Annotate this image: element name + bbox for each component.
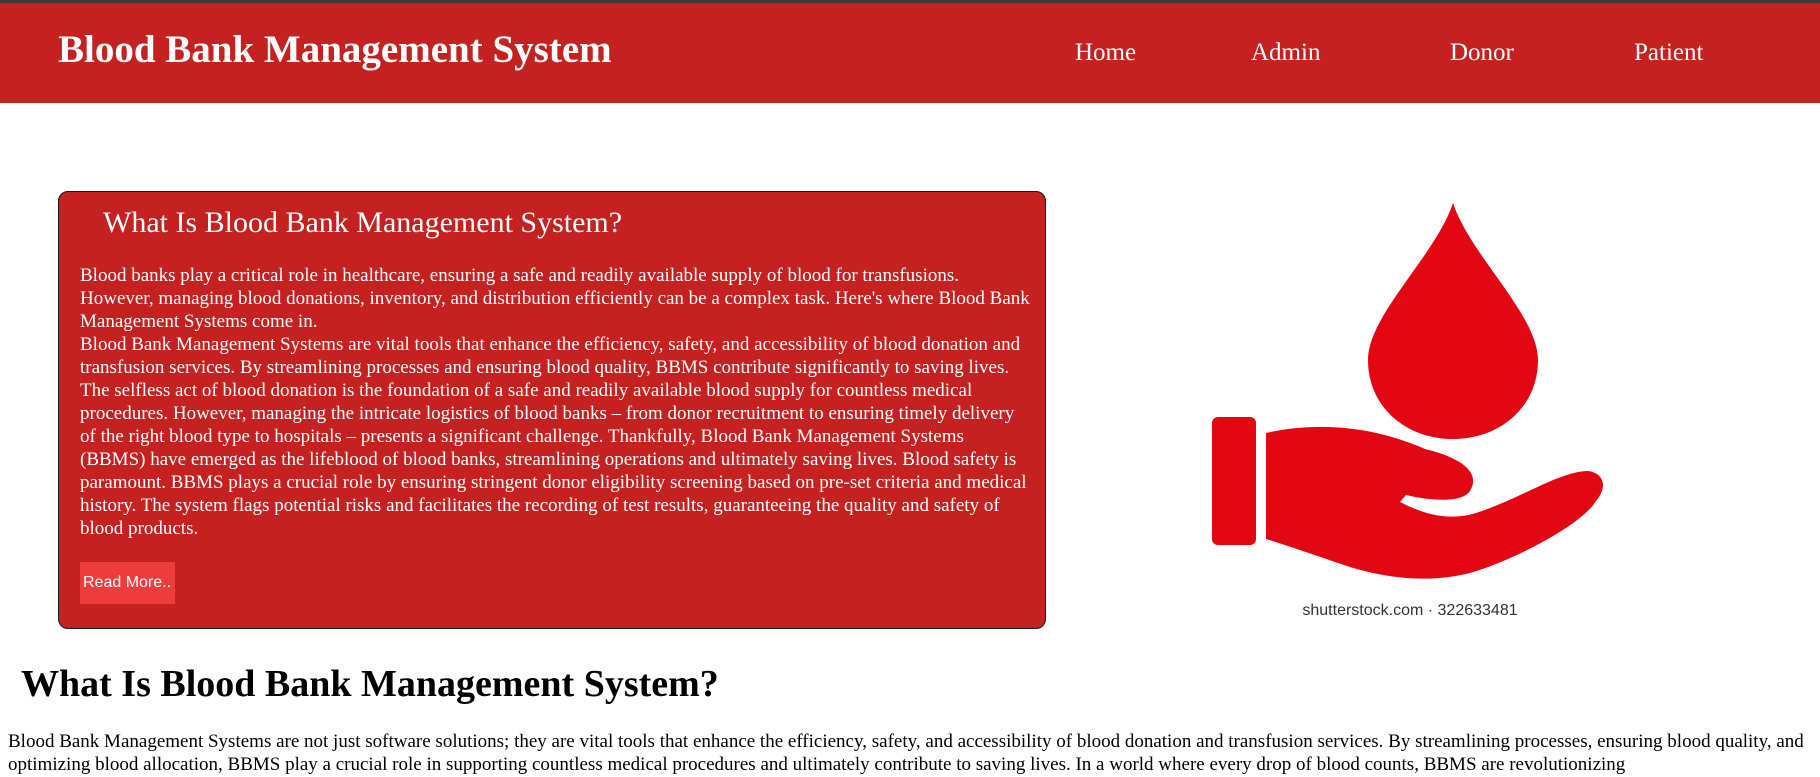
nav-donor-link[interactable]: Donor	[1450, 39, 1514, 67]
nav-patient-link[interactable]: Patient	[1634, 39, 1703, 67]
section-title: What Is Blood Bank Management System?	[21, 663, 719, 705]
blood-drop-shape	[1368, 203, 1538, 439]
nav-home-link[interactable]: Home	[1075, 39, 1136, 67]
main-nav: Home Admin Donor Patient	[0, 39, 1820, 73]
hand-cuff-shape	[1212, 417, 1256, 545]
section-text: Blood Bank Management Systems are not ju…	[8, 731, 1804, 775]
blood-donation-illustration: shutterstock.com · 322633481	[1200, 195, 1620, 625]
read-more-button[interactable]: Read More..	[80, 562, 175, 604]
site-header: Blood Bank Management System Home Admin …	[0, 3, 1820, 103]
illustration-caption: shutterstock.com · 322633481	[1302, 602, 1518, 619]
intro-card: What Is Blood Bank Management System? Bl…	[58, 191, 1046, 629]
intro-paragraph-2: Blood Bank Management Systems are vital …	[80, 334, 1027, 539]
nav-admin-link[interactable]: Admin	[1251, 39, 1320, 67]
intro-card-title: What Is Blood Bank Management System?	[103, 206, 623, 239]
hand-shape	[1266, 426, 1603, 579]
intro-card-body: Blood banks play a critical role in heal…	[80, 264, 1030, 540]
intro-paragraph-1: Blood banks play a critical role in heal…	[80, 265, 1030, 332]
blood-drop-hand-icon	[1212, 203, 1603, 579]
